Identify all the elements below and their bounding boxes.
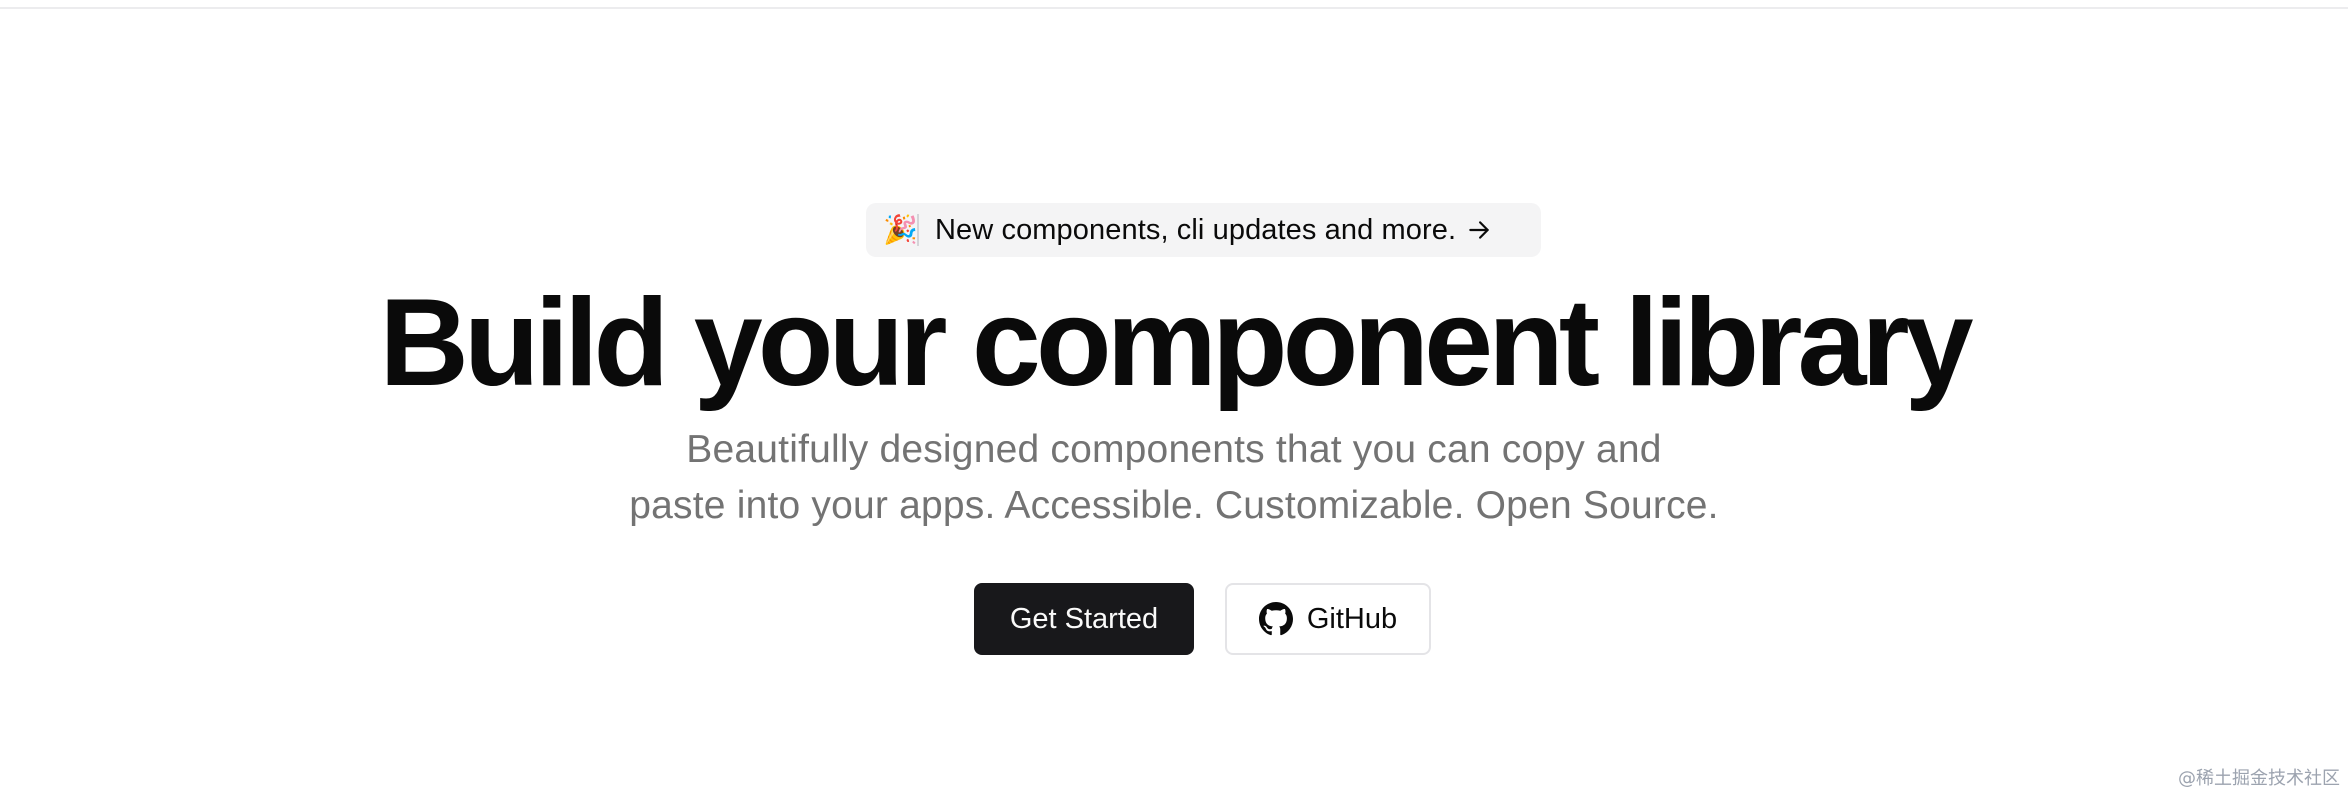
announcement-separator	[917, 214, 919, 246]
get-started-label: Get Started	[1009, 602, 1159, 635]
github-icon	[1258, 602, 1293, 636]
github-button[interactable]: GitHub	[1225, 583, 1431, 655]
get-started-button[interactable]: Get Started	[974, 583, 1194, 655]
github-label: GitHub	[1306, 602, 1398, 635]
page-title: Build your component library	[379, 274, 1973, 412]
subtitle-line-2: paste into your apps. Accessible. Custom…	[629, 484, 1719, 527]
watermark: @稀土掘金技术社区	[2178, 768, 2340, 789]
party-popper-icon: 🎉	[883, 214, 918, 245]
announcement-text: New components, cli updates and more.	[935, 213, 1457, 246]
subtitle-line-1: Beautifully designed components that you…	[686, 428, 1662, 471]
hero-section: 🎉 New components, cli updates and more. …	[0, 0, 2348, 802]
page-subtitle: Beautifully designed components that you…	[574, 422, 1774, 534]
arrow-right-icon	[1469, 221, 1489, 239]
announcement-pill[interactable]: 🎉 New components, cli updates and more.	[866, 203, 1541, 257]
